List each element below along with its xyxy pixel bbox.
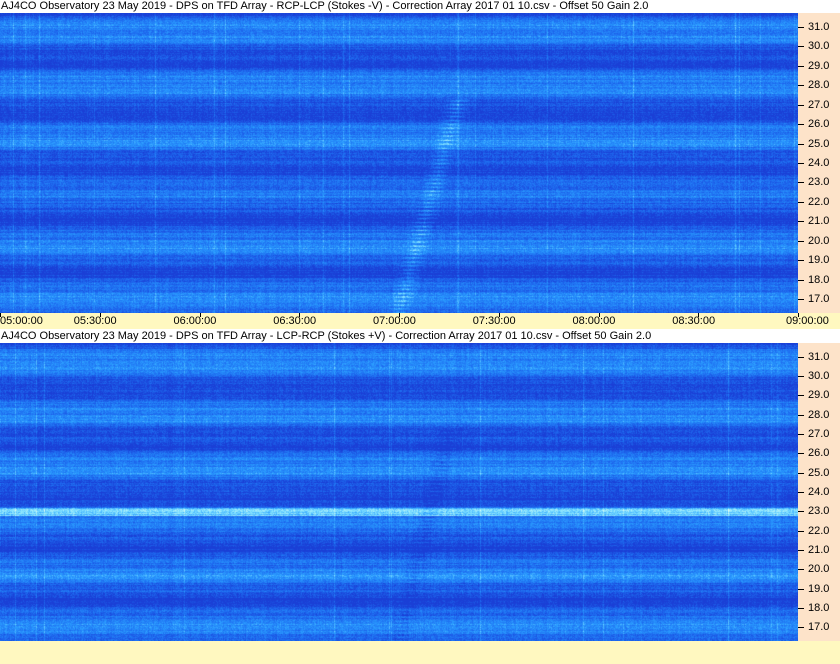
x-tick-label: 05:30:00 [73,315,117,327]
y-tick [798,182,804,184]
y-tick-label: 20.0 [808,563,830,576]
y-tick-label: 18.0 [808,602,830,615]
y-tick-label: 22.0 [808,524,830,537]
x-tick-label: 05:00:00 [0,315,43,327]
y-tick-label: 23.0 [808,176,830,189]
y-tick [798,375,804,377]
chart-title: AJ4CO Observatory 23 May 2019 - DPS on T… [0,330,840,343]
y-axis: 31.0 30.0 29.0 28.0 27.0 26.0 25.0 24.0 23.0 22.0… [798,13,840,313]
y-tick [798,46,804,48]
spectrogram-plot [0,343,798,641]
y-tick-label: 17.0 [808,621,830,634]
y-tick-label: 24.0 [808,157,830,169]
y-tick [798,472,804,474]
x-tick-label: 07:30:00 [472,315,516,327]
y-tick-label: 19.0 [808,582,830,595]
y-tick [798,85,804,87]
y-tick [798,279,804,281]
y-tick-label: 26.0 [808,118,830,131]
y-tick-label: 25.0 [808,466,830,479]
y-tick-label: 28.0 [808,79,830,92]
x-tick-label: 07:00:00 [373,315,416,327]
x-tick-label: 08:00:00 [572,315,616,327]
y-tick [798,492,804,493]
x-axis: 05:00:00 05:30:00 06:00:00 06:30:00 07:00:00… [0,313,840,329]
y-tick-label: 20.0 [808,234,830,247]
y-tick [798,221,804,223]
y-tick [798,201,804,203]
y-tick [798,124,804,126]
y-tick-label: 17.0 [808,293,830,306]
y-tick [798,26,804,28]
y-tick [798,511,804,513]
y-tick-label: 30.0 [808,369,830,382]
y-tick [798,260,804,262]
x-tick-label: 08:30:00 [672,315,716,327]
x-axis-strip [0,641,840,664]
y-tick-label: 29.0 [808,59,830,72]
y-tick [798,550,804,552]
y-tick [798,395,804,397]
spectrogram-panel-top: AJ4CO Observatory 23 May 2019 - DPS on T… [0,0,840,329]
y-tick-label: 21.0 [808,215,830,228]
y-tick-label: 23.0 [808,505,830,518]
y-tick-label: 31.0 [808,20,830,33]
y-tick-label: 30.0 [808,40,830,53]
y-tick [798,163,804,164]
y-tick [798,143,804,145]
y-tick [798,65,804,67]
y-tick-label: 25.0 [808,137,830,150]
y-tick [798,608,804,610]
y-tick-label: 24.0 [808,486,830,498]
y-tick-label: 19.0 [808,254,830,267]
y-tick-label: 27.0 [808,98,830,111]
x-tick-label: 09:00:00 [786,315,829,327]
y-tick [798,530,804,532]
y-tick-label: 29.0 [808,389,830,402]
y-tick-label: 21.0 [808,544,830,557]
y-tick [798,433,804,435]
y-tick-label: 28.0 [808,408,830,421]
spectrogram-panel-bottom: AJ4CO Observatory 23 May 2019 - DPS on T… [0,330,840,664]
y-tick [798,356,804,358]
y-tick [798,299,804,301]
y-tick [798,240,804,242]
x-tick-label: 06:00:00 [173,315,217,327]
chart-title: AJ4CO Observatory 23 May 2019 - DPS on T… [0,0,840,13]
y-tick [798,588,804,590]
y-tick-label: 22.0 [808,195,830,208]
y-tick-label: 27.0 [808,427,830,440]
spectrogram-plot [0,13,798,313]
x-tick-label: 06:30:00 [273,315,317,327]
y-tick [798,414,804,416]
y-tick-label: 26.0 [808,447,830,460]
y-tick [798,627,804,629]
y-tick [798,104,804,106]
y-tick-label: 18.0 [808,273,830,286]
y-tick [798,453,804,455]
y-tick-label: 31.0 [808,350,830,363]
y-tick [798,569,804,571]
y-axis: 31.0 30.0 29.0 28.0 27.0 26.0 25.0 24.0 23.0 22.0… [798,343,840,641]
